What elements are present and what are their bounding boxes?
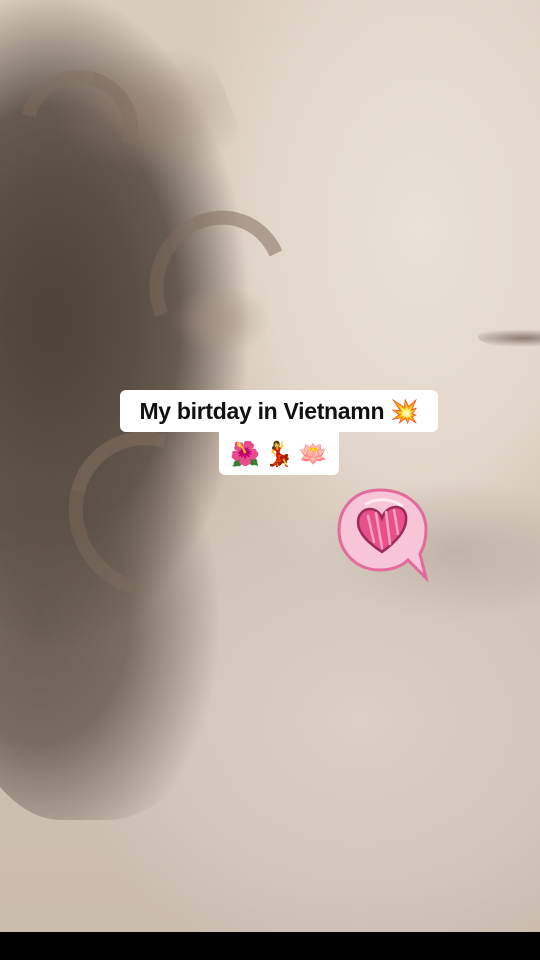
lips-shadow [478,326,540,348]
hibiscus-emoji: 🌺 [230,439,261,468]
collision-emoji: 💥 [390,398,419,425]
bottom-letterbox [0,932,540,960]
lotus-emoji: 🪷 [297,439,328,468]
heart-bubble-svg [337,488,429,583]
caption-line-2: 🌺 💃 🪷 [219,432,339,475]
dancer-emoji: 💃 [264,439,294,468]
heart-speech-bubble-icon [336,486,432,583]
video-frame: My birtday in Vietnamn 💥 🌺 💃 🪷 [0,0,540,960]
caption-line-1: My birtday in Vietnamn 💥 [120,390,438,432]
caption-text: My birtday in Vietnamn [139,397,385,424]
